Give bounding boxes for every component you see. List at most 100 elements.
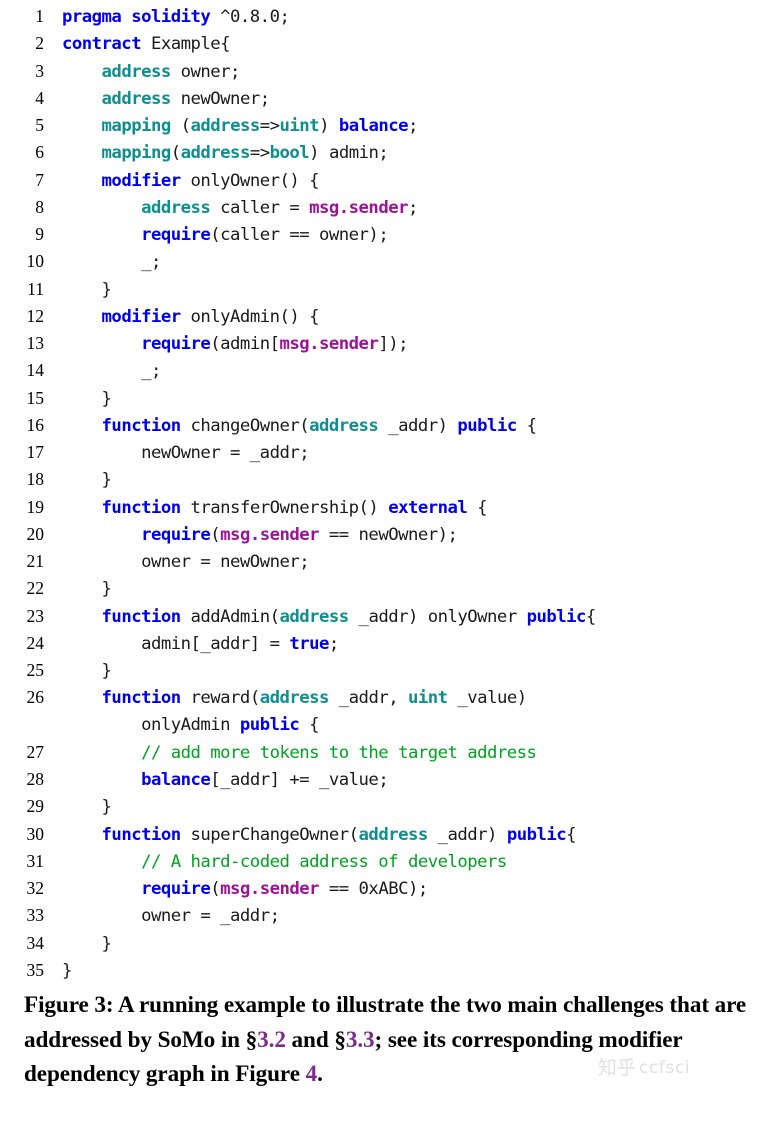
line-number: 15 <box>26 387 45 408</box>
line-number: 26 <box>26 687 45 708</box>
code-line: 10 _; <box>0 248 772 275</box>
line-number: 28 <box>26 769 45 789</box>
line-number: 3 <box>35 60 44 81</box>
code-text: function superChangeOwner(address _addr)… <box>62 822 577 849</box>
line-number: 32 <box>26 878 45 898</box>
code-token-pln: Example{ <box>141 34 231 55</box>
code-token-pln: _addr) <box>427 824 507 845</box>
code-text: } <box>62 467 112 494</box>
code-line: 7 modifier onlyOwner() { <box>0 167 772 194</box>
code-token-kw: external <box>388 497 468 518</box>
line-number: 1 <box>35 6 44 26</box>
code-listing: 1 pragma solidity ^0.8.0; 2 contract Exampl… <box>0 0 772 984</box>
code-token-pln <box>62 607 102 627</box>
code-text: modifier onlyOwner() { <box>62 168 320 195</box>
code-line: 1 pragma solidity ^0.8.0; <box>0 3 772 30</box>
code-text: _; <box>62 249 161 276</box>
code-token-kw: function <box>101 606 182 627</box>
code-text: address owner; <box>62 59 241 86</box>
code-token-glb: msg.sender <box>220 524 320 545</box>
caption-text: . <box>317 1061 323 1087</box>
code-token-pln: { <box>467 497 488 518</box>
code-token-pln <box>62 225 141 245</box>
code-text: } <box>62 958 72 985</box>
code-line: 31 // A hard-coded address of developers <box>0 848 772 875</box>
code-token-pln: onlyAdmin() { <box>180 306 320 327</box>
code-token-kw: true <box>289 633 329 654</box>
code-text: require(msg.sender == newOwner); <box>62 522 458 549</box>
code-token-typ: mapping <box>101 143 172 164</box>
code-text: pragma solidity ^0.8.0; <box>62 4 290 31</box>
code-token-pln: transferOwnership() <box>180 497 389 518</box>
code-token-pln: } <box>62 797 112 818</box>
line-number: 4 <box>35 87 44 108</box>
caption-cross-reference[interactable]: 3.2 <box>257 1027 286 1053</box>
code-token-pln: } <box>62 579 112 600</box>
code-token-pln: newOwner = _addr; <box>62 443 310 463</box>
code-token-pln <box>62 143 102 163</box>
code-token-kw: require <box>141 334 211 354</box>
code-text: mapping (address=>uint) balance; <box>62 113 419 140</box>
code-token-pln: ; <box>407 197 418 218</box>
code-token-kw: function <box>101 497 182 518</box>
line-number: 10 <box>26 251 45 272</box>
code-token-pln <box>62 416 102 436</box>
code-line: 15 } <box>0 385 772 412</box>
code-text: address caller = msg.sender; <box>62 195 418 222</box>
caption-cross-reference[interactable]: 4 <box>306 1061 318 1087</box>
code-token-cmt: // A hard-coded address of developers <box>141 851 507 872</box>
line-number: 8 <box>35 196 44 217</box>
code-token-pln: admin[_addr] = <box>62 633 290 654</box>
figure-caption: Figure 3: A running example to illustrat… <box>24 988 750 1092</box>
code-token-pln: ( <box>210 879 221 899</box>
code-token-pln: addAdmin( <box>180 606 280 627</box>
code-line: 8 address caller = msg.sender; <box>0 194 772 221</box>
code-token-kw: public <box>506 824 567 845</box>
code-token-pln <box>62 89 102 109</box>
code-token-pln: _; <box>62 252 161 273</box>
line-number: 25 <box>26 660 45 680</box>
line-number: 19 <box>26 496 45 517</box>
line-number: 5 <box>35 115 44 135</box>
code-token-kw: function <box>101 415 182 436</box>
code-line: 30 function superChangeOwner(address _ad… <box>0 821 772 848</box>
code-text: mapping(address=>bool) admin; <box>62 140 389 167</box>
code-text: admin[_addr] = true; <box>62 631 339 658</box>
code-text: // add more tokens to the target address <box>62 740 537 767</box>
caption-cross-reference[interactable]: 3.3 <box>346 1027 375 1053</box>
code-token-pln <box>62 825 102 845</box>
code-token-pln <box>62 770 141 790</box>
code-line: 9 require(caller == owner); <box>0 221 772 248</box>
code-token-kw: require <box>141 225 211 245</box>
code-text: } <box>62 658 112 685</box>
code-line: 18 } <box>0 466 772 493</box>
code-text: function addAdmin(address _addr) onlyOwn… <box>62 604 597 631</box>
code-token-pln: changeOwner( <box>180 415 310 436</box>
code-token-kw: balance <box>141 770 211 790</box>
code-token-kw: function <box>101 688 182 709</box>
line-number: 9 <box>35 224 44 244</box>
line-number: 14 <box>26 360 45 381</box>
code-text: newOwner = _addr; <box>62 440 310 467</box>
code-token-pln: { <box>585 606 596 627</box>
code-line: 3 address owner; <box>0 58 772 85</box>
code-line: onlyAdmin public { <box>0 712 772 739</box>
code-line: 13 require(admin[msg.sender]); <box>0 330 772 357</box>
code-token-typ: address <box>259 688 330 709</box>
code-token-pln: [_addr] += _value; <box>210 770 389 790</box>
code-token-pln: (caller == owner); <box>210 225 389 245</box>
code-text: require(msg.sender == 0xABC); <box>62 876 428 903</box>
code-token-pln <box>62 334 141 354</box>
code-line: 23 function addAdmin(address _addr) only… <box>0 603 772 630</box>
line-number: 30 <box>26 823 45 844</box>
code-line: 11 } <box>0 276 772 303</box>
code-token-pln: { <box>566 824 577 845</box>
code-line: 27 // add more tokens to the target addr… <box>0 739 772 766</box>
code-text: require(caller == owner); <box>62 222 389 249</box>
code-line: 29 } <box>0 793 772 820</box>
code-token-typ: address <box>358 824 429 845</box>
code-line: 20 require(msg.sender == newOwner); <box>0 521 772 548</box>
code-token-kw: modifier <box>101 306 182 327</box>
code-token-kw: modifier <box>101 170 182 191</box>
code-line: 35} <box>0 957 772 984</box>
